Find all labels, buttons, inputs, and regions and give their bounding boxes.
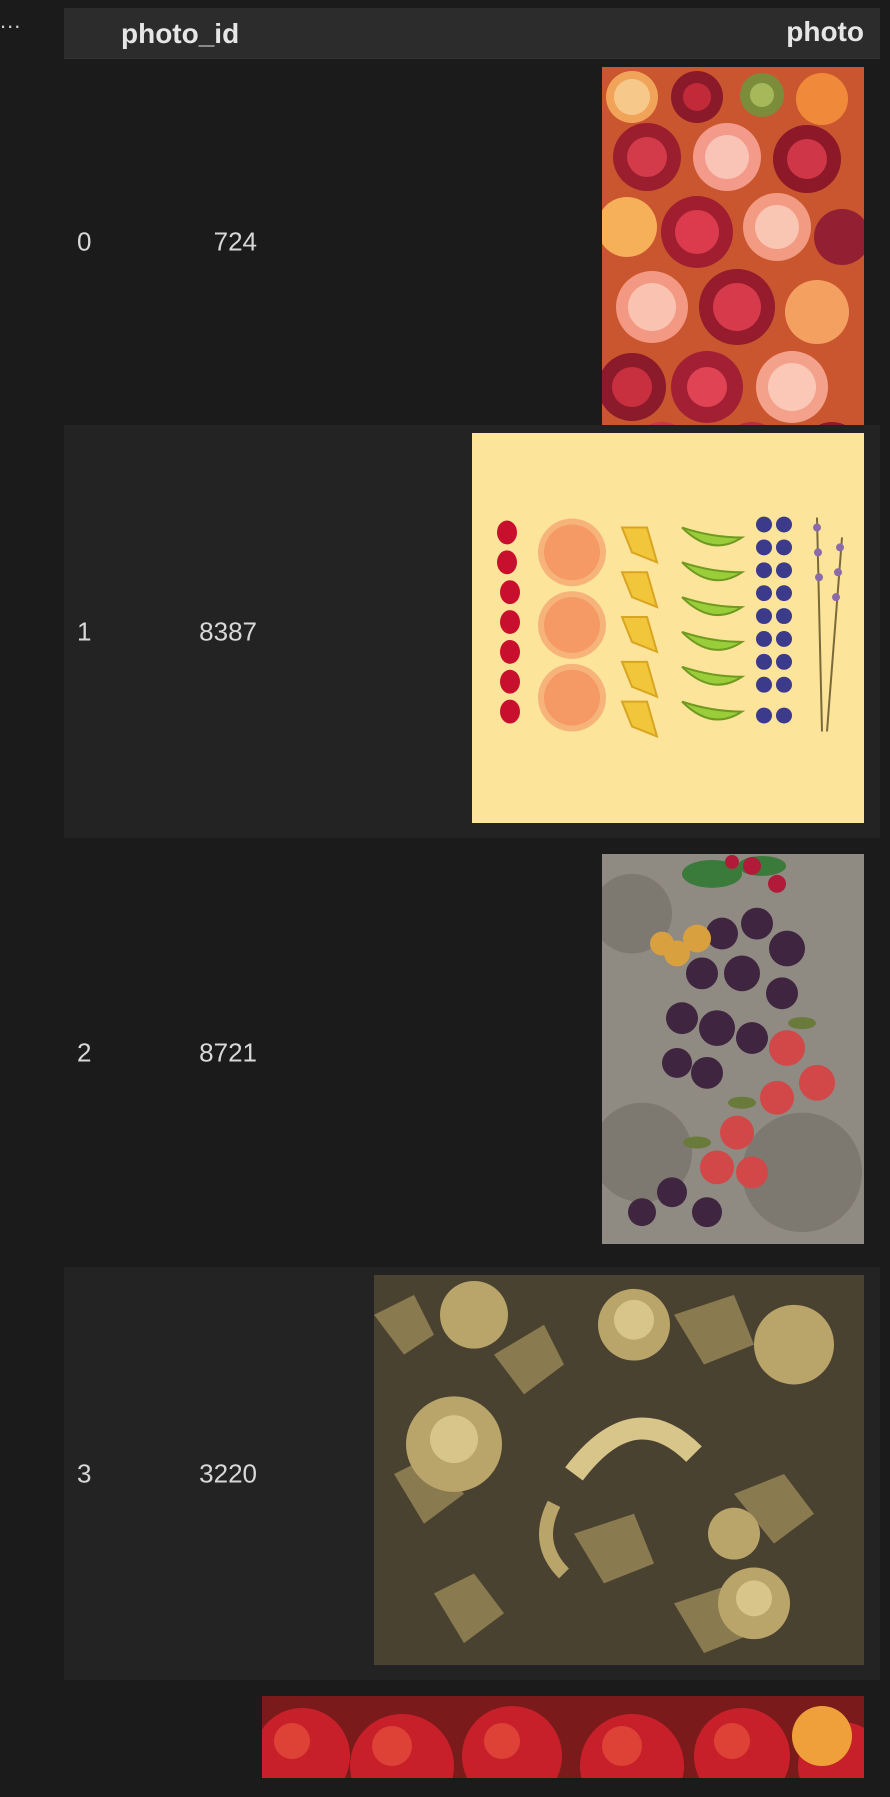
row-index: 1 [77,616,92,646]
table-row: 1 8387 [64,425,880,838]
row-index: 2 [77,1037,92,1067]
plums-apples-stone-icon [602,854,864,1244]
table-row: 2 8721 [64,846,880,1259]
photo-id-cell: 8721 [199,1037,257,1067]
row-index: 3 [77,1458,92,1488]
gold-painted-fruits-icon [374,1275,864,1665]
row-index: 0 [77,226,92,257]
dataframe-table: photo_id photo 0 724 1 8387 2 8721 3 322… [64,8,880,1778]
table-header: photo_id photo [64,8,880,59]
gutter-ellipsis[interactable]: ... [0,8,21,34]
red-apples-icon [262,1696,864,1778]
photo-id-cell: 8387 [199,616,257,646]
pomegranates-grapefruit-kiwi-icon [602,67,864,459]
photo-id-cell: 724 [213,226,257,257]
fruit-flatlay-yellow-icon [472,433,864,823]
column-header-photo-id[interactable]: photo_id [121,18,239,50]
table-row: 3 3220 [64,1267,880,1680]
table-row [64,1688,880,1778]
table-row: 0 724 [64,67,880,459]
photo-id-cell: 3220 [199,1458,257,1488]
